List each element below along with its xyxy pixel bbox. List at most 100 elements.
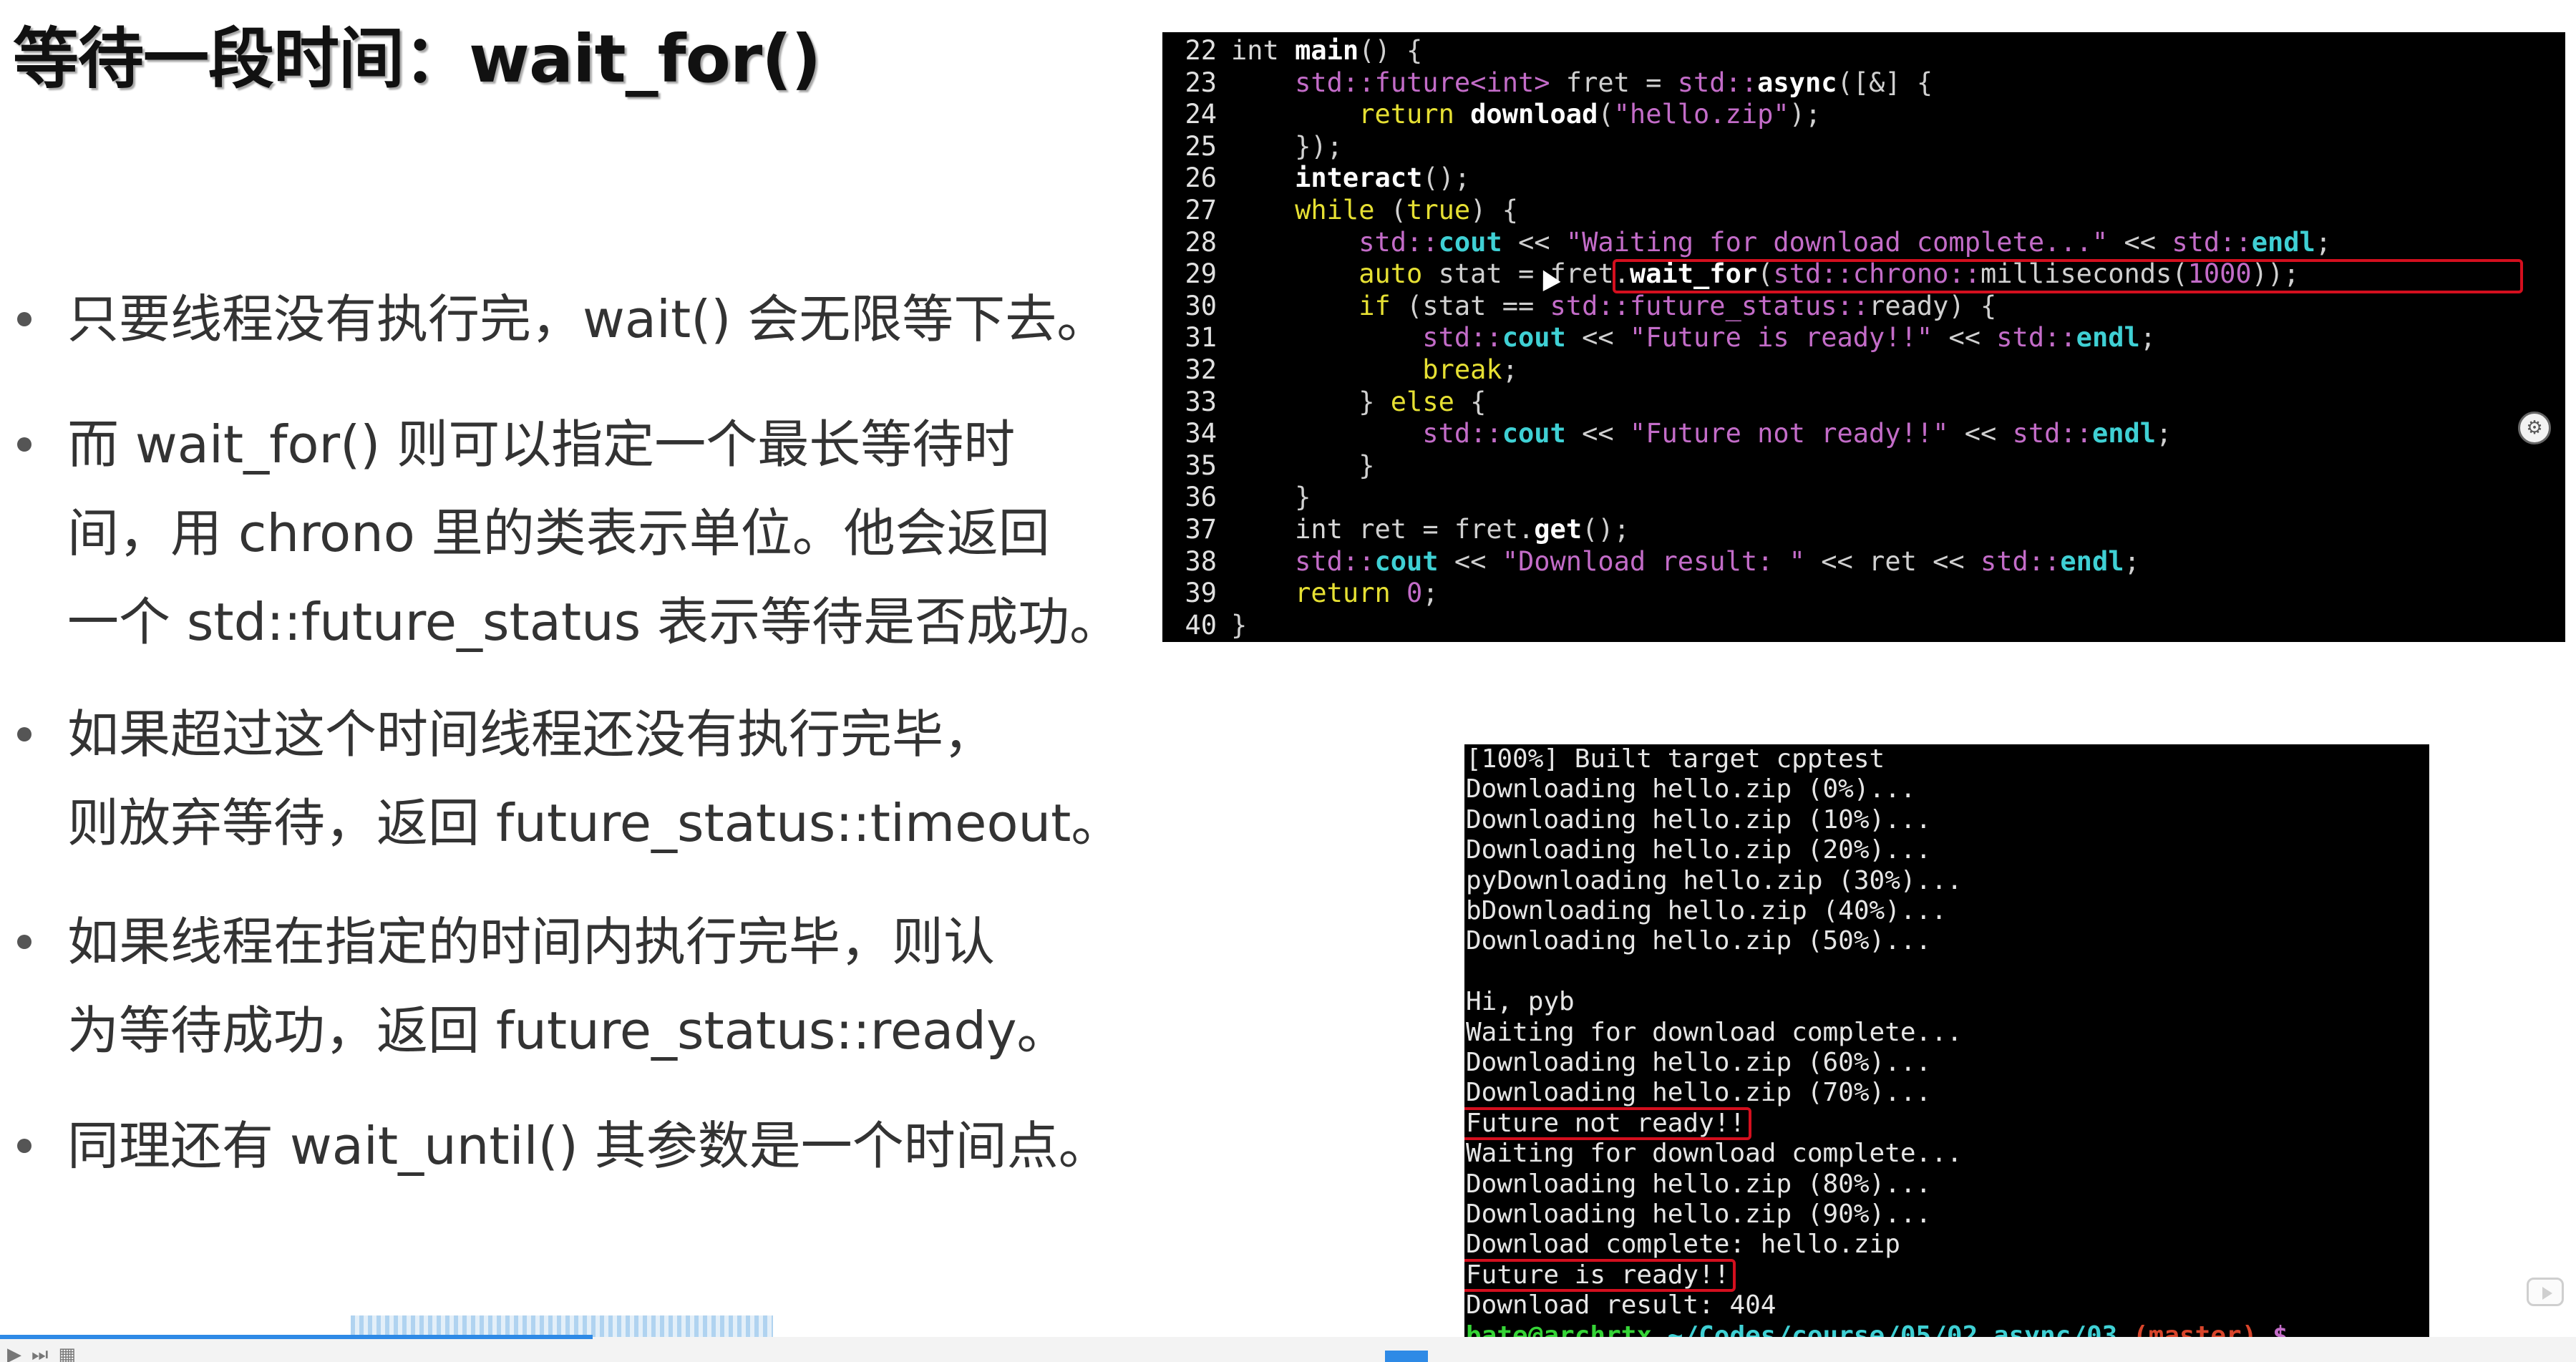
code-token: endl: [2091, 418, 2157, 449]
terminal-line: Downloading hello.zip (20%)...: [1466, 835, 1932, 865]
code-token: }: [1231, 482, 1311, 513]
code-token: download: [1470, 99, 1598, 130]
code-token: ) {: [1470, 195, 1518, 225]
code-token: std::: [1231, 322, 1502, 354]
code-token: endl: [2076, 322, 2140, 354]
bullet-dot: [17, 1139, 31, 1153]
danmaku-icon[interactable]: ▦: [58, 1344, 86, 1362]
code-token: interact: [1295, 162, 1423, 194]
code-token: <<: [2108, 226, 2172, 258]
code-token: });: [1231, 130, 1343, 162]
code-token: );: [1789, 99, 1822, 130]
code-token: ;: [2315, 226, 2332, 258]
code-token: (stat ==: [1406, 290, 1550, 321]
code-token: 0: [1406, 578, 1423, 609]
code-token: std::: [2012, 418, 2092, 449]
code-token: std::: [2172, 226, 2252, 258]
line-number: 25: [1185, 130, 1217, 162]
code-token: main: [1295, 35, 1359, 66]
code-token: cout: [1438, 226, 1502, 258]
code-token: std::future<int>: [1231, 67, 1566, 98]
line-number: 26: [1185, 162, 1217, 194]
code-line: 31 std::cout << "Future is ready!!" << s…: [1162, 322, 2156, 354]
progress-marker: [1385, 1351, 1428, 1362]
code-token: "Download result: ": [1502, 545, 1805, 577]
terminal-line: pyDownloading hello.zip (30%)...: [1466, 865, 1963, 895]
code-line: 28 std::cout << "Waiting for download co…: [1162, 227, 2331, 258]
code-line: 24 return download("hello.zip");: [1162, 99, 1821, 130]
code-token: endl: [2060, 545, 2124, 577]
terminal-highlight-box: [1464, 1258, 1736, 1292]
code-token: ;: [2139, 322, 2157, 354]
video-progress-bar[interactable]: [0, 1335, 593, 1339]
code-token: {: [1470, 386, 1487, 417]
code-token: <<: [1438, 545, 1502, 577]
code-token: std::: [1231, 226, 1439, 258]
terminal-line: Waiting for download complete...: [1466, 1017, 1963, 1047]
code-line: 33 } else {: [1162, 386, 1486, 418]
terminal-line: [100%] Built target cpptest: [1466, 744, 1885, 774]
code-token: << ret <<: [1804, 545, 1980, 577]
bullet-text-line: 而 wait_for() 则可以指定一个最长等待时: [67, 414, 1016, 475]
code-token: ();: [1582, 514, 1630, 545]
line-number: 30: [1185, 290, 1217, 321]
terminal-line: Downloading hello.zip (60%)...: [1466, 1048, 1932, 1077]
player-controls[interactable]: ▶⏭▦: [7, 1344, 86, 1362]
terminal-line: Hi, pyb: [1466, 987, 1575, 1017]
code-token: std::: [1231, 418, 1502, 449]
line-number: 24: [1185, 99, 1217, 130]
code-token: else: [1390, 386, 1471, 417]
bullet-text-line: 如果超过这个时间线程还没有执行完毕，: [67, 704, 996, 764]
code-token: "Waiting for download complete...": [1565, 226, 2109, 258]
terminal-line: Waiting for download complete...: [1466, 1139, 1963, 1169]
code-token: }: [1231, 609, 1248, 641]
code-line: 27 while (true) {: [1162, 195, 1518, 226]
play-icon[interactable]: ▶: [7, 1344, 31, 1362]
next-icon[interactable]: ⏭: [31, 1344, 58, 1362]
code-line: 38 std::cout << "Download result: " << r…: [1162, 545, 2139, 578]
bullet-dot: [17, 727, 31, 741]
code-token: return: [1231, 578, 1407, 609]
code-screenshot: 22 int main() {23 std::future<int> fret =…: [1162, 32, 2565, 642]
line-number: 23: [1185, 67, 1217, 98]
code-token: async: [1757, 67, 1837, 98]
code-token: ret = fret.: [1359, 514, 1535, 545]
bullet-dot: [17, 312, 31, 326]
code-line: 37 int ret = fret.get();: [1162, 514, 1630, 545]
line-number: 38: [1185, 545, 1217, 577]
code-token: endl: [2251, 226, 2315, 258]
code-token: "Future not ready!!": [1629, 418, 1949, 449]
code-line: 39 return 0;: [1162, 578, 1438, 609]
video-control-bar[interactable]: [0, 1337, 2576, 1362]
code-token: ;: [1502, 354, 1518, 385]
code-token: ready) {: [1869, 290, 1997, 321]
code-token: <<: [1502, 226, 1566, 258]
code-token: <<: [1933, 322, 1997, 354]
bullet-text-line: 只要线程没有执行完，wait() 会无限等下去。: [67, 289, 1109, 349]
code-token: ([&] {: [1837, 67, 1933, 98]
ubuntu-logo-icon: ⚙: [2518, 412, 2551, 444]
code-token: <<: [1948, 418, 2013, 449]
code-token: stat =: [1438, 258, 1550, 290]
line-number: 35: [1185, 449, 1217, 481]
code-token: }: [1231, 386, 1391, 417]
terminal-line: Downloading hello.zip (50%)...: [1466, 926, 1932, 956]
code-token: ();: [1422, 162, 1471, 194]
bullet-dot: [17, 437, 31, 452]
code-token: return: [1231, 99, 1471, 130]
line-number: 32: [1185, 354, 1217, 385]
code-token: (: [1390, 195, 1407, 225]
code-line: 26 interact();: [1162, 162, 1470, 194]
terminal-line: Downloading hello.zip (90%)...: [1466, 1200, 1932, 1229]
terminal-highlight-box: [1464, 1106, 1751, 1140]
code-line: 30 if (stat == std::future_status::ready…: [1162, 291, 1996, 322]
terminal-line: Downloading hello.zip (0%)...: [1466, 774, 1916, 804]
code-token: (: [1598, 99, 1614, 130]
play-overlay-icon[interactable]: [2527, 1278, 2564, 1306]
code-token: std::: [1980, 545, 2061, 577]
terminal-line: Downloading hello.zip (70%)...: [1466, 1078, 1932, 1108]
line-number: 34: [1185, 418, 1217, 449]
bullet-text-line: 一个 std::future_status 表示等待是否成功。: [67, 592, 1122, 652]
code-line: 32 break;: [1162, 354, 1518, 386]
terminal-line: Downloading hello.zip (80%)...: [1466, 1169, 1932, 1199]
